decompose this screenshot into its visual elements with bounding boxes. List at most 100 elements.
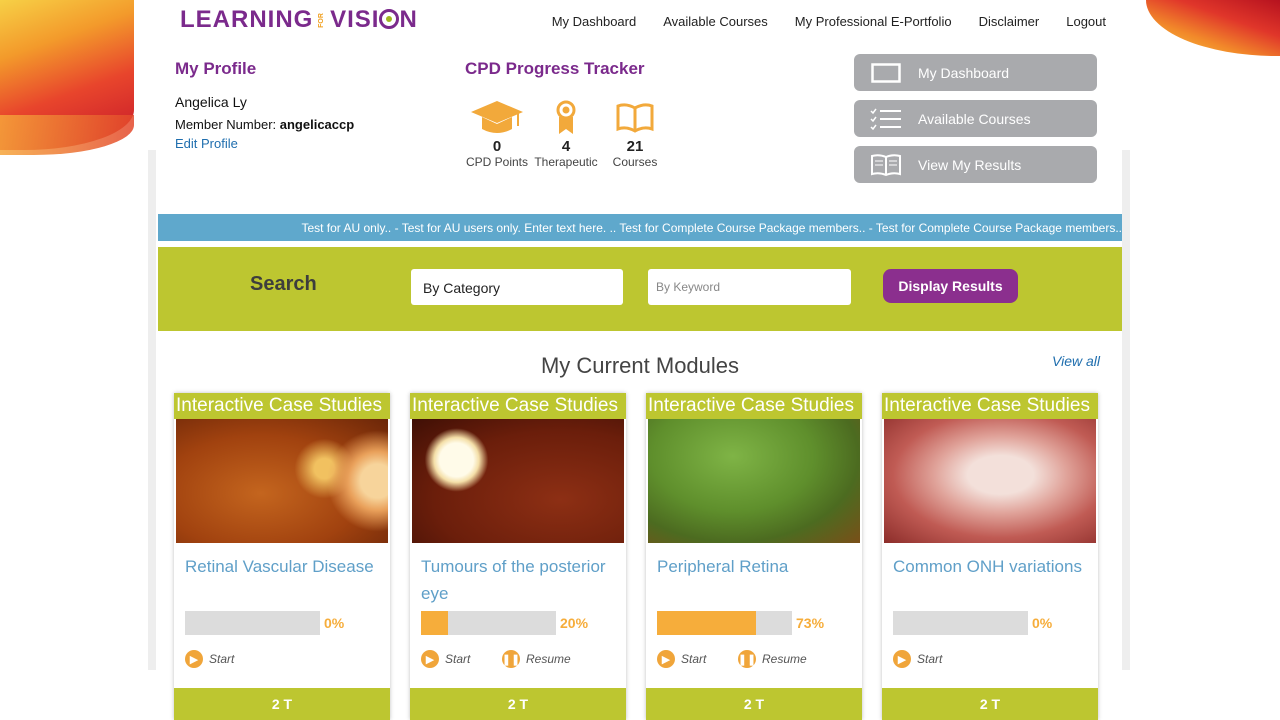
member-number: Member Number: angelicaccp: [175, 117, 354, 132]
module-title[interactable]: Tumours of the posterior eye: [421, 553, 616, 607]
monitor-icon: [871, 62, 901, 83]
progress-percent: 20%: [560, 615, 589, 631]
main-nav: My Dashboard Available Courses My Profes…: [552, 14, 1106, 29]
learning-portal-page: LEARNING FOR VISI N My Dashboard Available …: [148, 0, 1132, 720]
resume-button[interactable]: ❚❚ Resume: [502, 650, 571, 668]
start-button[interactable]: ▶ Start: [421, 650, 470, 668]
cpd-points-value: 0: [492, 138, 502, 155]
progress-bar: [185, 611, 320, 635]
retina-fundus-image: [176, 419, 388, 543]
cpd-tracker-heading: CPD Progress Tracker: [465, 59, 645, 78]
profile-heading: My Profile: [175, 59, 257, 78]
resume-label: Resume: [762, 652, 807, 666]
nav-disclaimer[interactable]: Disclaimer: [979, 14, 1040, 29]
progress-percent: 0%: [1032, 615, 1053, 631]
graduation-cap-icon: [471, 101, 523, 133]
retina-fundus-image: [412, 419, 624, 543]
module-type-label: Interactive Case Studies: [646, 393, 862, 419]
cpd-points-stat: 0 CPD Points: [457, 98, 537, 169]
play-icon: ▶: [893, 650, 911, 668]
start-button[interactable]: ▶ Start: [185, 650, 234, 668]
module-type-label: Interactive Case Studies: [174, 393, 390, 419]
checklist-icon: [870, 108, 901, 130]
cpd-courses-stat: 21 Courses: [595, 98, 675, 169]
view-all-link[interactable]: View all: [1052, 353, 1100, 369]
award-ribbon-icon: [556, 100, 576, 134]
module-footer: 2 T: [882, 688, 1098, 720]
module-card-retinal-vascular[interactable]: Interactive Case Studies Retinal Vascula…: [174, 393, 390, 720]
page-border-left: [148, 150, 156, 670]
module-footer: 2 T: [410, 688, 626, 720]
decorative-swoosh-left-lower: [0, 115, 134, 155]
module-type-label: Interactive Case Studies: [882, 393, 1098, 419]
ticker-text: Test for AU only.. - Test for AU users o…: [301, 220, 1122, 235]
start-button[interactable]: ▶ Start: [657, 650, 706, 668]
start-button[interactable]: ▶ Start: [893, 650, 942, 668]
play-icon: ▶: [185, 650, 203, 668]
play-icon: ▶: [657, 650, 675, 668]
display-results-button[interactable]: Display Results: [883, 269, 1018, 303]
side-button-view-my-results[interactable]: View My Results: [854, 146, 1097, 183]
keyword-input[interactable]: [648, 269, 851, 305]
nav-professional-eportfolio[interactable]: My Professional E-Portfolio: [795, 14, 952, 29]
top-bar: LEARNING FOR VISI N My Dashboard Available …: [148, 0, 1132, 46]
search-label: Search: [250, 273, 317, 295]
pause-icon: ❚❚: [502, 650, 520, 668]
nav-logout[interactable]: Logout: [1066, 14, 1106, 29]
side-button-available-courses[interactable]: Available Courses: [854, 100, 1097, 137]
module-type-label: Interactive Case Studies: [410, 393, 626, 419]
module-card-tumours[interactable]: Interactive Case Studies Tumours of the …: [410, 393, 626, 720]
resume-label: Resume: [526, 652, 571, 666]
page-border-right: [1122, 150, 1130, 670]
retina-fundus-image: [648, 419, 860, 543]
search-band: Search By Category Display Results: [158, 247, 1122, 331]
logo-text-n: N: [399, 6, 418, 33]
cpd-points-label: CPD Points: [465, 155, 529, 169]
logo-eye-icon: [379, 9, 400, 29]
module-card-onh-variations[interactable]: Interactive Case Studies Common ONH vari…: [882, 393, 1098, 720]
module-footer: 2 T: [646, 688, 862, 720]
modules-heading: My Current Modules: [540, 353, 740, 378]
cpd-therapeutic-value: 4: [561, 138, 571, 155]
member-number-value: angelicaccp: [279, 117, 355, 132]
nav-my-dashboard[interactable]: My Dashboard: [552, 14, 637, 29]
book-icon: [871, 153, 901, 176]
logo-text-learning: LEARNING: [180, 6, 314, 33]
slide-stage: LEARNING FOR VISI N My Dashboard Available …: [0, 0, 1280, 720]
progress-bar: [893, 611, 1028, 635]
start-label: Start: [681, 652, 707, 666]
start-label: Start: [445, 652, 471, 666]
progress-fill: [421, 611, 448, 635]
side-button-label: Available Courses: [918, 110, 1031, 127]
category-select[interactable]: By Category: [411, 269, 623, 305]
optic-nerve-image: [884, 419, 1096, 543]
module-title[interactable]: Peripheral Retina: [657, 553, 852, 580]
resume-button[interactable]: ❚❚ Resume: [738, 650, 807, 668]
decorative-swoosh-right: [1146, 0, 1280, 56]
side-button-my-dashboard[interactable]: My Dashboard: [854, 54, 1097, 91]
logo-text-visi: VISI: [330, 6, 380, 33]
side-button-label: View My Results: [918, 156, 1022, 173]
side-button-label: My Dashboard: [918, 64, 1010, 81]
profile-name: Angelica Ly: [175, 94, 247, 110]
module-title[interactable]: Retinal Vascular Disease: [185, 553, 380, 580]
member-number-label: Member Number:: [175, 117, 277, 132]
progress-percent: 0%: [324, 615, 345, 631]
learning-for-vision-logo[interactable]: LEARNING FOR VISI N: [180, 6, 418, 34]
cpd-therapeutic-label: Therapeutic: [534, 155, 598, 169]
progress-fill: [657, 611, 756, 635]
progress-bar: [421, 611, 556, 635]
start-label: Start: [917, 652, 943, 666]
module-title[interactable]: Common ONH variations: [893, 553, 1088, 580]
pause-icon: ❚❚: [738, 650, 756, 668]
module-footer: 2 T: [174, 688, 390, 720]
nav-available-courses[interactable]: Available Courses: [663, 14, 768, 29]
cpd-courses-label: Courses: [612, 155, 658, 169]
start-label: Start: [209, 652, 235, 666]
open-book-icon: [616, 103, 654, 133]
cpd-courses-value: 21: [626, 138, 644, 155]
edit-profile-link[interactable]: Edit Profile: [175, 136, 238, 151]
play-icon: ▶: [421, 650, 439, 668]
progress-bar: [657, 611, 792, 635]
module-card-peripheral-retina[interactable]: Interactive Case Studies Peripheral Reti…: [646, 393, 862, 720]
